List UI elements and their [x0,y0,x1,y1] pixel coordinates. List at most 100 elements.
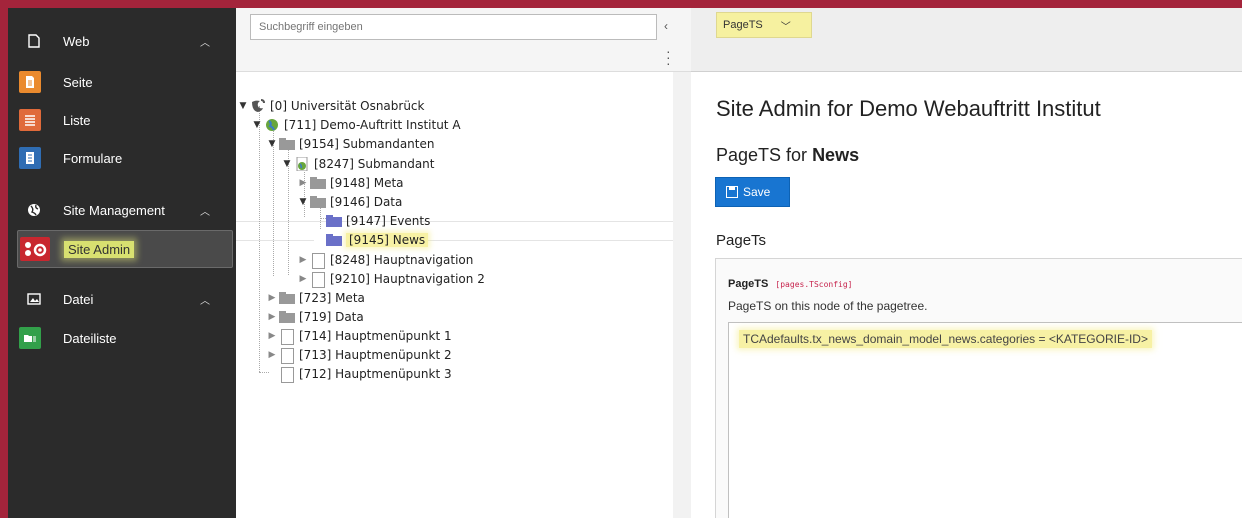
tree-node-label: [711] Demo-Auftritt Institut A [284,117,461,132]
tree-node-label: [719] Data [299,309,364,324]
chevron-up-icon: ︿ [200,37,210,49]
tree-node[interactable]: ▶ [713] Hauptmenüpunkt 2 [267,345,452,364]
more-options-icon[interactable]: · · · [666,44,671,70]
expand-toggle-icon[interactable]: ▼ [267,139,277,149]
menu-item-liste[interactable]: Liste [8,101,236,139]
tree-node[interactable]: ▼ [8247] Submandant [282,154,435,173]
module-docheader: PageTS ﹀ [691,8,1242,72]
expand-toggle-icon[interactable]: ▶ [298,274,308,284]
expand-toggle-icon[interactable]: ▶ [298,255,308,265]
page-icon [279,347,295,364]
selected-row-background [236,221,673,241]
menu-group-site-management[interactable]: Site Management ︿ [8,192,236,228]
tree-search-input[interactable] [250,14,657,40]
folder-icon [279,137,295,151]
tree-node[interactable]: ▼ [711] Demo-Auftritt Institut A [252,115,461,134]
tree-node[interactable]: ▶ [719] Data [267,307,364,326]
textarea-content: TCAdefaults.tx_news_domain_model_news.ca… [739,330,1152,348]
menu-item-label: Seite [63,74,93,90]
expand-toggle-icon[interactable]: ▼ [252,120,262,130]
menu-item-label: Site Admin [64,240,135,258]
tree-node-label: [8248] Hauptnavigation [330,252,474,267]
page-icon [310,252,326,269]
menu-item-label: Dateiliste [63,330,117,346]
page-title: Site Admin for Demo Webauftritt Institut [716,96,1101,121]
chevron-up-icon: ︿ [200,295,210,307]
window-top-border [0,0,1242,8]
globe-page-icon [264,118,280,132]
field-key: [pages.TSconfig] [775,280,853,289]
menu-item-dateiliste[interactable]: Dateiliste [8,319,236,357]
menu-item-seite[interactable]: Seite [8,63,236,101]
list-icon [19,109,41,131]
expand-toggle-icon[interactable]: ▼ [282,159,292,169]
save-button[interactable]: Save [715,177,790,207]
globe-icon [26,202,42,218]
menu-group-datei[interactable]: Datei ︿ [8,281,236,317]
filelist-icon [19,327,41,349]
form-section: PageTS [pages.TSconfig] PageTS on this n… [715,258,1242,518]
tree-node[interactable]: ▶ [9210] Hauptnavigation 2 [298,269,485,288]
folder-icon [326,214,342,228]
menu-group-label: Site Management [63,202,165,218]
tree-node-label: [9210] Hauptnavigation 2 [330,271,485,286]
module-function-select[interactable]: PageTS ﹀ [716,12,812,38]
menu-item-site-admin[interactable]: Site Admin [17,230,233,268]
tree-node[interactable]: ▶ [8248] Hauptnavigation [298,250,473,269]
module-content: Site Admin for Demo Webauftritt Institut… [691,72,1242,518]
tree-node-label: [714] Hauptmenüpunkt 1 [299,328,452,343]
tree-node-label: [712] Hauptmenüpunkt 3 [299,366,452,381]
menu-item-label: Formulare [63,150,123,166]
tree-scrollbar[interactable] [673,72,691,518]
subtitle-prefix: PageTS for [716,145,808,165]
site-admin-icon [20,237,50,261]
expand-toggle-icon[interactable]: ▶ [267,331,277,341]
expand-toggle-icon[interactable]: ▶ [298,178,308,188]
field-label: PageTS [pages.TSconfig] [728,278,852,290]
menu-group-label: Web [63,33,90,49]
section-title: PageTs [716,232,767,249]
tree-node[interactable]: [712] Hauptmenüpunkt 3 [267,364,452,383]
tree-node[interactable]: ▼ [9146] Data [298,192,403,211]
tree-node[interactable]: ▼ [9154] Submandanten [267,134,435,153]
chevron-down-icon: ﹀ [780,21,791,33]
save-icon [726,186,738,198]
folder-icon [279,310,295,324]
chevron-up-icon: ︿ [200,206,210,218]
tree-toolbar: ‹ ··· [236,8,691,72]
tree-connector [259,106,260,372]
tree-node[interactable]: [9147] Events [314,211,430,230]
page-icon [19,71,41,93]
menu-item-formulare[interactable]: Formulare [8,139,236,177]
tree-node-label: [723] Meta [299,290,365,305]
field-label-text: PageTS [728,278,769,290]
tree-node[interactable]: ▶ [714] Hauptmenüpunkt 1 [267,326,452,345]
folder-icon [326,233,342,247]
field-description: PageTS on this node of the pagetree. [728,299,928,313]
menu-group-label: Datei [63,291,94,307]
window-left-border [0,0,8,518]
folder-icon [310,195,326,209]
tree-node-label: [0] Universität Osnabrück [270,98,425,113]
menu-group-web[interactable]: Web ︿ [8,23,236,59]
typo3-root-icon [250,98,266,113]
tree-node-label: [9154] Submandanten [299,136,435,151]
subtitle-page-name: News [812,145,860,165]
pagets-textarea[interactable]: TCAdefaults.tx_news_domain_model_news.ca… [728,322,1242,518]
expand-toggle-icon[interactable]: ▼ [238,101,248,111]
tree-node[interactable]: ▶ [9148] Meta [298,173,404,192]
tree-node[interactable]: ▼ [0] Universität Osnabrück [238,96,425,115]
tree-node[interactable]: ▶ [723] Meta [267,288,365,307]
tree-node-label: [9147] Events [346,213,431,228]
collapse-tree-icon[interactable]: ‹ [664,19,668,33]
tree-node-selected[interactable]: [9145] News [314,230,429,249]
expand-toggle-icon[interactable]: ▶ [267,312,277,322]
page-icon [310,271,326,288]
folder-icon [279,291,295,305]
tree-node-label: [9145] News [346,232,429,247]
expand-toggle-icon[interactable]: ▶ [267,350,277,360]
expand-toggle-icon[interactable]: ▼ [298,197,308,207]
tree-node-label: [8247] Submandant [314,156,435,171]
expand-toggle-icon[interactable]: ▶ [267,293,277,303]
page-icon [279,366,295,383]
